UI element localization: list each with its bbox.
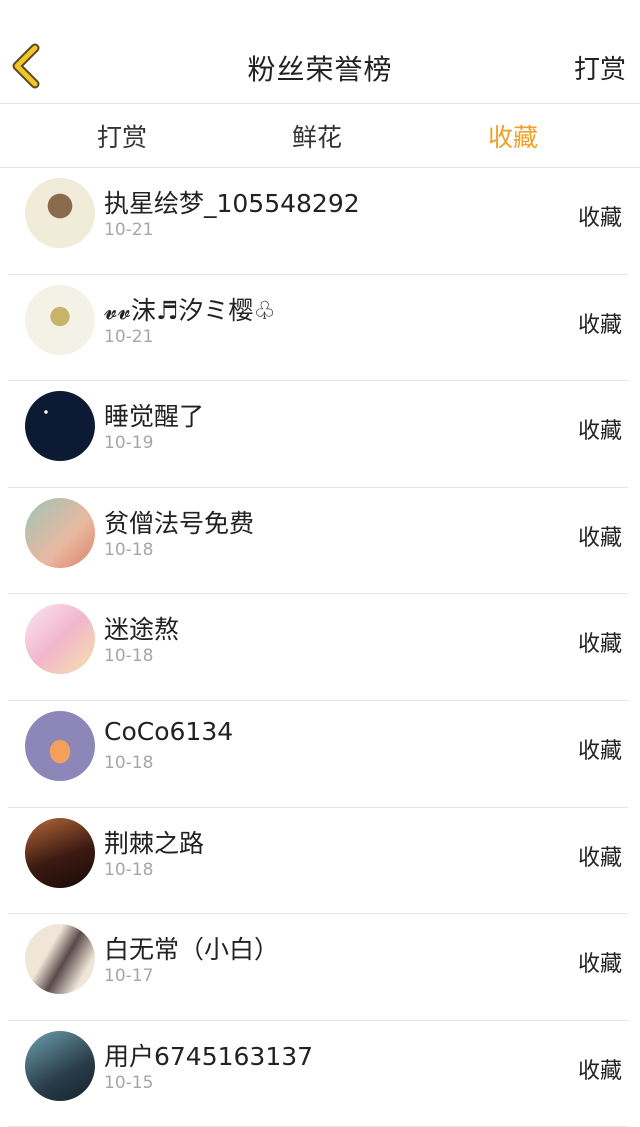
list-item[interactable]: 迷途熬 10-18 收藏 (8, 594, 628, 701)
list-item[interactable]: 用户6745163137 10-15 收藏 (8, 1021, 628, 1127)
fan-name: 荆棘之路 (104, 828, 205, 858)
fan-name: 𝓿𝓿沫♬汐ミ樱♧ (104, 295, 276, 325)
fan-name: CoCo6134 (104, 716, 234, 746)
avatar (25, 497, 95, 568)
avatar (25, 924, 95, 995)
fan-list: 执星绘梦_105548292 10-21 收藏 𝓿𝓿沫♬汐ミ樱♧ 10-21 收… (0, 168, 640, 1127)
header-bar: 粉丝荣誉榜 打赏 (0, 0, 640, 104)
list-item[interactable]: 执星绘梦_105548292 10-21 收藏 (8, 168, 628, 275)
tab-reward[interactable]: 打赏 (52, 118, 192, 154)
fan-action-label: 收藏 (577, 845, 622, 871)
fan-action-label: 收藏 (577, 632, 622, 658)
list-item[interactable]: 𝓿𝓿沫♬汐ミ樱♧ 10-21 收藏 (8, 275, 628, 382)
tab-bar: 打赏 鲜花 收藏 (0, 104, 640, 168)
tab-flowers[interactable]: 鲜花 (247, 118, 387, 154)
avatar (25, 710, 95, 781)
fan-date: 10-18 (104, 539, 154, 560)
fan-date: 10-15 (104, 1072, 154, 1093)
list-item[interactable]: CoCo6134 10-18 收藏 (8, 701, 628, 808)
fan-action-label: 收藏 (577, 1058, 622, 1084)
fan-date: 10-21 (104, 326, 154, 347)
fan-date: 10-17 (104, 966, 154, 987)
tab-favorites[interactable]: 收藏 (443, 118, 583, 154)
fan-action-label: 收藏 (577, 525, 622, 551)
fan-date: 10-18 (104, 859, 154, 880)
list-item[interactable]: 荆棘之路 10-18 收藏 (8, 808, 628, 915)
fan-action-label: 收藏 (577, 952, 622, 978)
fan-name: 睡觉醒了 (104, 402, 205, 432)
avatar (25, 817, 95, 888)
fan-date: 10-18 (104, 646, 154, 667)
fan-name: 迷途熬 (104, 615, 180, 645)
fan-action-label: 收藏 (577, 419, 622, 445)
fan-name: 贫僧法号免费 (104, 508, 255, 538)
avatar (25, 178, 95, 248)
fan-action-label: 收藏 (577, 738, 622, 764)
avatar (25, 391, 95, 462)
fan-date: 10-21 (104, 220, 154, 240)
page-title: 粉丝荣誉榜 (247, 53, 393, 86)
fan-date: 10-18 (104, 752, 154, 773)
fan-action-label: 收藏 (577, 206, 622, 231)
list-item[interactable]: 白无常（小白） 10-17 收藏 (8, 914, 628, 1021)
avatar (25, 1030, 95, 1101)
fan-date: 10-19 (104, 433, 154, 454)
avatar (25, 604, 95, 675)
reward-button[interactable]: 打赏 (574, 49, 626, 86)
list-item[interactable]: 睡觉醒了 10-19 收藏 (8, 381, 628, 488)
fan-action-label: 收藏 (577, 312, 622, 338)
fan-name: 白无常（小白） (104, 935, 280, 965)
list-item[interactable]: 贫僧法号免费 10-18 收藏 (8, 488, 628, 595)
fan-name: 用户6745163137 (104, 1041, 314, 1071)
avatar (25, 284, 95, 355)
fan-name: 执星绘梦_105548292 (104, 189, 360, 218)
